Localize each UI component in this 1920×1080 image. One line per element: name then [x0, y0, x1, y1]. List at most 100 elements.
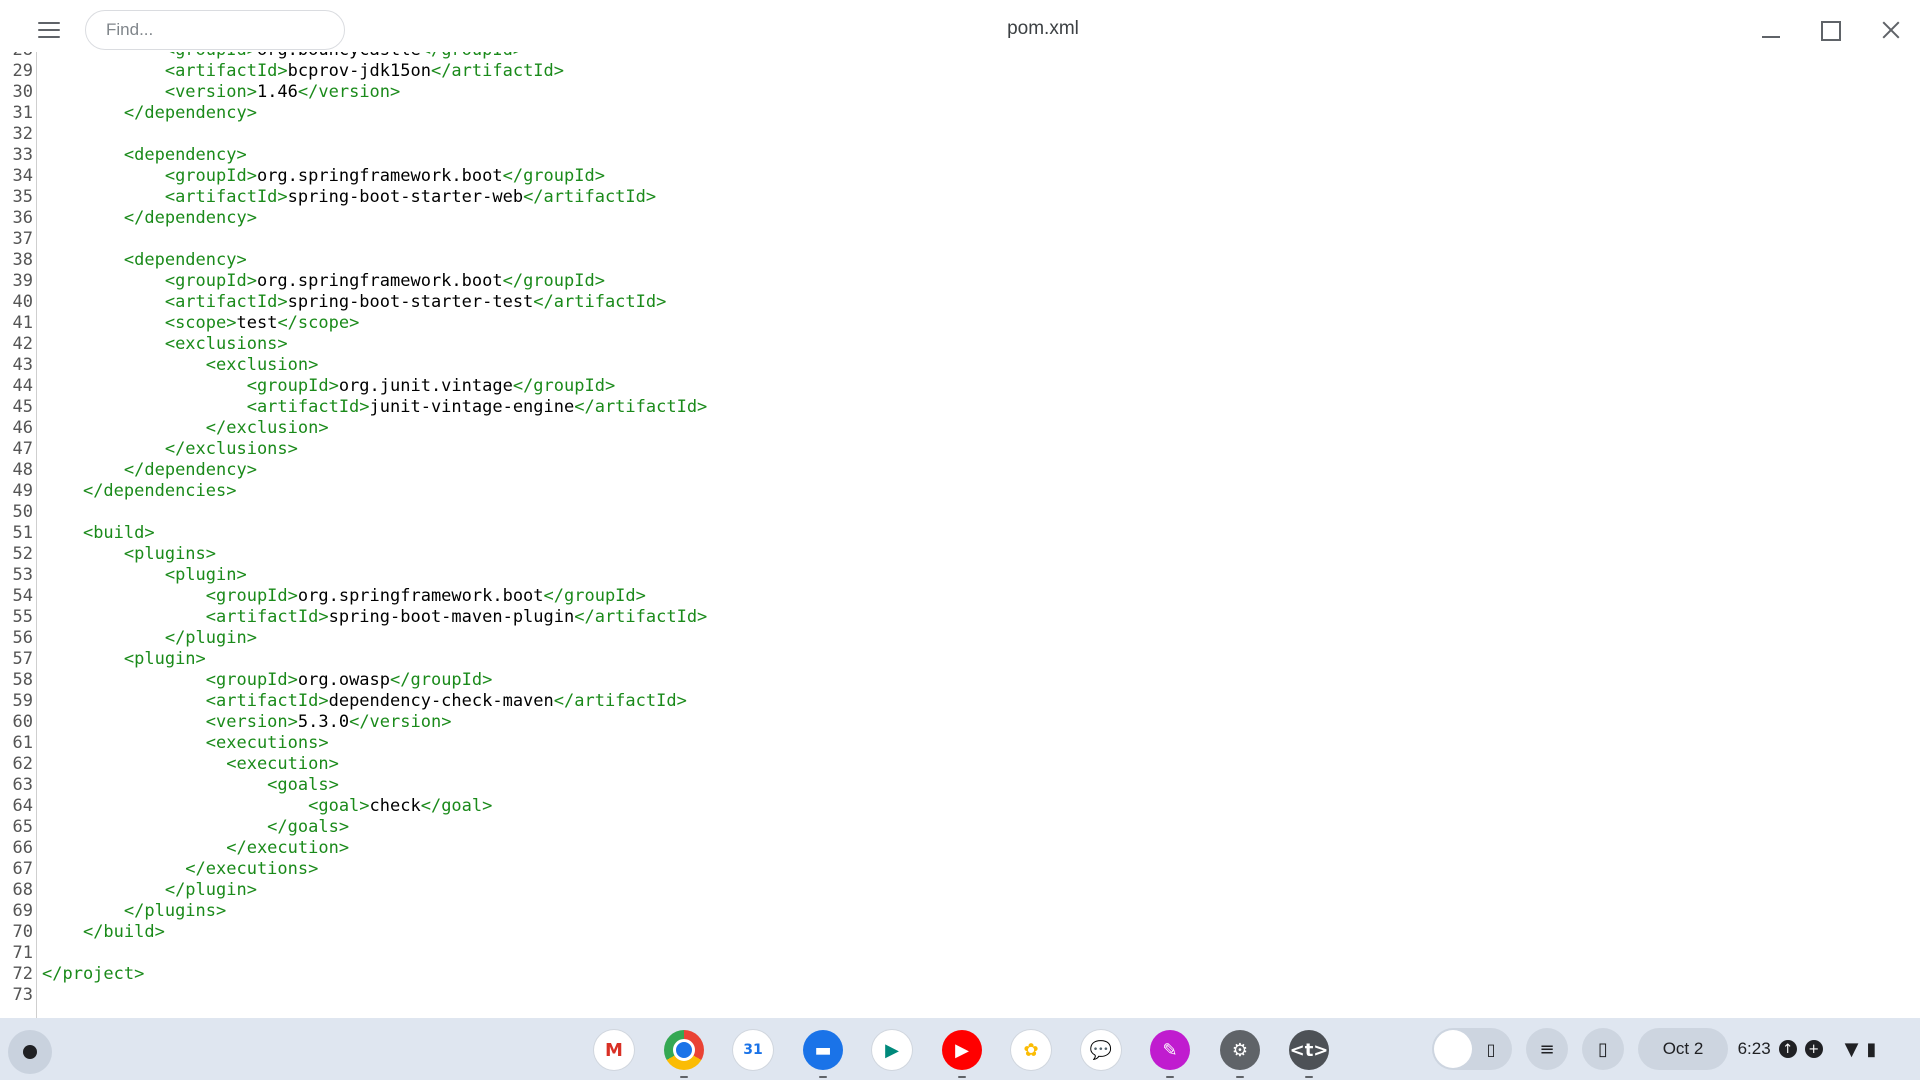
- xml-text: org.junit.vintage: [338, 376, 513, 396]
- xml-tag: </artifactId>: [553, 691, 687, 711]
- line-number: 50: [12, 502, 33, 522]
- code-line: 41 <scope>test</scope>: [0, 313, 707, 334]
- line-number: 43: [12, 355, 33, 375]
- xml-tag: </groupId>: [512, 376, 616, 396]
- code-editor[interactable]: 28 <groupId>org.bouncycastle</groupId>29…: [0, 52, 1920, 1018]
- xml-tag: <plugin>: [164, 565, 247, 585]
- line-number: 63: [12, 775, 33, 795]
- code-line: 61 <executions>: [0, 733, 707, 754]
- code-line: 54 <groupId>org.springframework.boot</gr…: [0, 586, 707, 607]
- xml-tag: </artifactId>: [574, 607, 708, 627]
- line-number: 58: [12, 670, 33, 690]
- menu-icon[interactable]: [32, 18, 66, 44]
- xml-tag: <goal>: [308, 796, 370, 816]
- xml-text: spring-boot-starter-web: [287, 187, 524, 207]
- meet-icon[interactable]: ▶: [870, 1028, 914, 1072]
- xml-tag: </exclusions>: [164, 439, 298, 459]
- code-line: 28 <groupId>org.bouncycastle</groupId>: [0, 52, 707, 61]
- line-number: 38: [12, 250, 33, 270]
- line-number: 44: [12, 376, 33, 396]
- line-number: 40: [12, 292, 33, 312]
- wifi-icon: ▼: [1844, 1038, 1859, 1060]
- xml-tag: </groupId>: [543, 586, 646, 606]
- messages-icon[interactable]: 💬: [1079, 1028, 1123, 1072]
- toggle-knob: [1434, 1030, 1472, 1068]
- code-line: 55 <artifactId>spring-boot-maven-plugin<…: [0, 607, 708, 628]
- code-line: 48 </dependency>: [0, 460, 707, 481]
- code-line: 56 </plugin>: [0, 628, 707, 649]
- xml-tag: </execution>: [226, 838, 350, 858]
- launcher-button[interactable]: [8, 1030, 52, 1074]
- find-input[interactable]: [85, 10, 345, 50]
- xml-tag: <executions>: [205, 733, 329, 753]
- code-line: 40 <artifactId>spring-boot-starter-test<…: [0, 292, 707, 313]
- code-line: 42 <exclusions>: [0, 334, 707, 355]
- code-line: 34 <groupId>org.springframework.boot</gr…: [0, 166, 707, 187]
- line-number: 53: [12, 565, 33, 585]
- xml-tag: <execution>: [226, 754, 339, 774]
- shelf: M 31 ▬ ▶ ▶ ✿ 💬 ✎ ⚙ <t> ▯ ≡ ▯ Oct 2 6:23 ↑ + ▼ ▮: [0, 1018, 1920, 1080]
- photos-icon[interactable]: ✿: [1009, 1028, 1053, 1072]
- close-icon[interactable]: [1874, 14, 1906, 46]
- line-number: 47: [12, 439, 33, 459]
- maximize-icon[interactable]: [1814, 14, 1846, 46]
- code-line: 67 </executions>: [0, 859, 707, 880]
- code-line: 49 </dependencies>: [0, 481, 707, 502]
- code-line: 30 <version>1.46</version>: [0, 82, 707, 103]
- line-number: 56: [12, 628, 33, 648]
- gmail-icon[interactable]: M: [592, 1028, 636, 1072]
- xml-text: bcprov-jdk15on: [287, 61, 431, 81]
- xml-tag: </exclusion>: [205, 418, 329, 438]
- xml-tag: <artifactId>: [205, 607, 329, 627]
- settings-icon[interactable]: ⚙: [1218, 1028, 1262, 1078]
- xml-tag: <groupId>: [164, 271, 257, 291]
- minimize-icon[interactable]: [1754, 14, 1786, 46]
- line-number: 51: [12, 523, 33, 543]
- code-line: 60 <version>5.3.0</version>: [0, 712, 707, 733]
- xml-tag: <groupId>: [205, 670, 298, 690]
- line-number: 46: [12, 418, 33, 438]
- xml-text: org.bouncycastle: [257, 52, 421, 60]
- code-line: 39 <groupId>org.springframework.boot</gr…: [0, 271, 707, 292]
- line-number: 55: [12, 607, 33, 627]
- code-line: 29 <artifactId>bcprov-jdk15on</artifactI…: [0, 61, 707, 82]
- code-line: 50: [0, 502, 707, 523]
- xml-tag: <exclusions>: [164, 334, 288, 354]
- line-number: 57: [12, 649, 33, 669]
- youtube-icon[interactable]: ▶: [940, 1028, 984, 1078]
- media-controls-button[interactable]: ≡: [1526, 1028, 1568, 1070]
- xml-tag: <dependency>: [123, 145, 247, 165]
- code-line: 31 </dependency>: [0, 103, 707, 124]
- code-line: 70 </build>: [0, 922, 707, 943]
- xml-tag: <artifactId>: [164, 61, 288, 81]
- xml-tag: </plugin>: [164, 628, 257, 648]
- xml-text: check: [369, 796, 421, 816]
- phone-hub-button[interactable]: ▯: [1582, 1028, 1624, 1070]
- code-line: 73: [0, 985, 707, 1006]
- status-tray[interactable]: 6:23 ↑ + ▼ ▮: [1712, 1028, 1902, 1070]
- chrome-icon[interactable]: [662, 1028, 706, 1078]
- code-line: 58 <groupId>org.owasp</groupId>: [0, 670, 707, 691]
- xml-tag: </groupId>: [390, 670, 493, 690]
- text-app-icon[interactable]: <t>: [1287, 1028, 1331, 1078]
- add-icon: +: [1804, 1040, 1823, 1058]
- xml-tag: </groupId>: [502, 166, 605, 186]
- calendar-icon[interactable]: 31: [731, 1028, 775, 1072]
- line-number: 29: [12, 61, 33, 81]
- code-line: 51 <build>: [0, 523, 707, 544]
- line-number: 31: [12, 103, 33, 123]
- xml-tag: <goals>: [267, 775, 339, 795]
- canvas-icon[interactable]: ✎: [1148, 1028, 1192, 1078]
- stylus-toggle[interactable]: ▯: [1432, 1028, 1512, 1070]
- xml-tag: </artifactId>: [430, 61, 565, 81]
- line-number: 64: [12, 796, 33, 816]
- xml-tag: </goal>: [420, 796, 493, 816]
- xml-text: junit-vintage-engine: [369, 397, 575, 417]
- files-icon[interactable]: ▬: [801, 1028, 845, 1078]
- xml-tag: <artifactId>: [164, 187, 288, 207]
- xml-tag: <plugins>: [123, 544, 217, 564]
- xml-tag: <artifactId>: [164, 292, 288, 312]
- line-number: 71: [12, 943, 33, 963]
- code-line: 64 <goal>check</goal>: [0, 796, 707, 817]
- code-line: 45 <artifactId>junit-vintage-engine</art…: [0, 397, 708, 418]
